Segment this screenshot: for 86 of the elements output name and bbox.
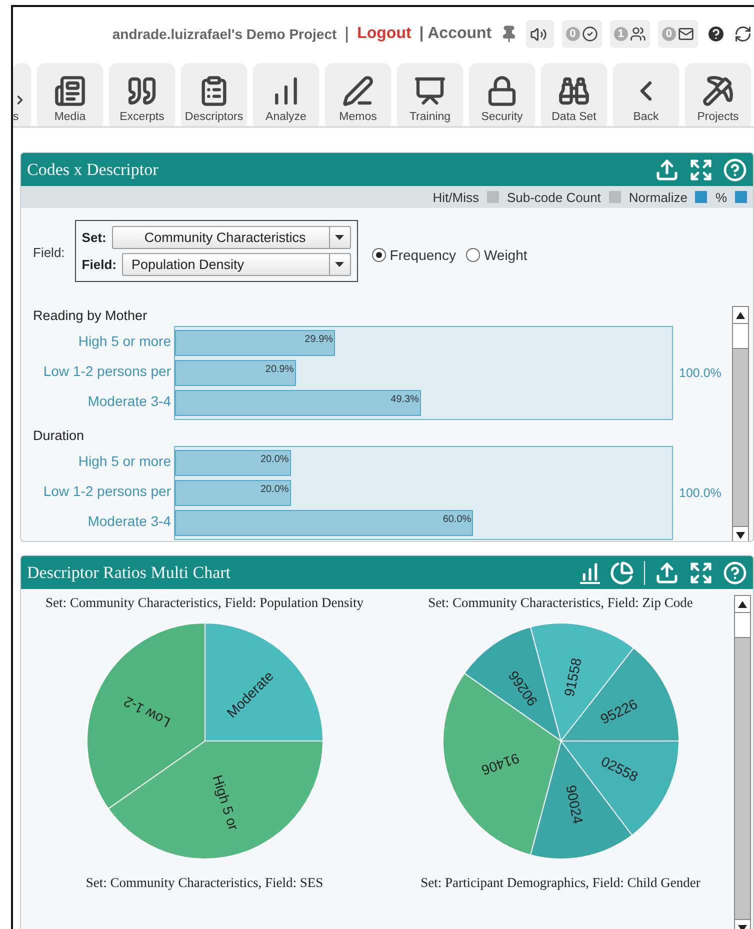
check-icon (582, 26, 598, 42)
toggle-label: Hit/Miss (432, 190, 479, 204)
toolbar-tab[interactable]: Analyze (253, 63, 319, 126)
chart-title: Set: Community Characteristics, Field: Population Density (46, 595, 364, 611)
caret-icon (335, 262, 344, 267)
checkbox[interactable] (608, 191, 621, 203)
logout-link[interactable]: Logout (357, 25, 412, 43)
toggle-label: Normalize (628, 190, 688, 204)
toggle-label: % (715, 190, 727, 204)
field-dropdown[interactable]: Population Density (122, 253, 351, 276)
expand-icon[interactable] (689, 158, 713, 182)
toolbar-tab[interactable]: Excerpts (109, 63, 175, 126)
bar-value: 20.0% (260, 483, 290, 495)
scrollbar-thumb[interactable] (733, 324, 748, 349)
slice-label: Low 1-2 (120, 694, 172, 731)
set-dropdown[interactable]: Community Characteristics (112, 226, 351, 249)
row-label: High 5 or more (77, 332, 171, 351)
slice-label: 91558 (560, 656, 584, 698)
bar-chart-icon[interactable] (580, 562, 600, 584)
expand-icon[interactable] (689, 560, 713, 584)
group-title: Duration (33, 427, 86, 445)
toolbar-tab[interactable]: Descriptors (181, 63, 247, 126)
checkbox[interactable] (486, 191, 499, 203)
toolbar-tab[interactable]: Projects (685, 63, 751, 126)
field-label: Field: (82, 257, 116, 272)
up-arrow-icon[interactable] (738, 600, 747, 608)
presenter-icon (414, 75, 446, 107)
toolbar-tab[interactable]: Data Set (541, 63, 607, 126)
total-value: 100.0% (679, 486, 722, 500)
pickaxe-icon (702, 75, 734, 107)
pie-chart-icon[interactable] (610, 560, 634, 584)
bar-value: 20.0% (260, 453, 290, 465)
scrollbar[interactable] (732, 306, 749, 541)
account-link[interactable]: | Account (419, 25, 492, 43)
chart-title: Set: Participant Demographics, Field: Child Gender (420, 875, 700, 891)
sound-button[interactable] (526, 20, 554, 48)
toolbar-tab[interactable]: s (13, 63, 31, 126)
toolbar-tab[interactable]: Back (613, 63, 679, 126)
mail-icon (678, 26, 694, 42)
checkbox[interactable] (695, 191, 708, 203)
up-arrow-icon[interactable] (736, 312, 745, 318)
binoculars-icon (558, 75, 590, 107)
total-value: 100.0% (679, 366, 722, 380)
panel-title: Descriptor Ratios Multi Chart (27, 562, 232, 582)
upload-icon[interactable] (655, 158, 679, 182)
project-name: andrade.luizrafael's Demo Project (112, 26, 337, 42)
separator: | (344, 24, 350, 44)
checkbox[interactable] (735, 191, 747, 203)
toolbar-tab[interactable]: Media (37, 63, 103, 126)
chart-title: Set: Community Characteristics, Field: SES (86, 875, 324, 891)
bar-value: 60.0% (442, 513, 472, 525)
slice-label: 91406 (478, 750, 521, 779)
quote-icon (126, 75, 158, 107)
caret-icon (335, 235, 344, 240)
toolbar-tab[interactable]: Training (397, 63, 463, 126)
refresh-icon[interactable] (734, 25, 752, 43)
set-label: Set: (82, 230, 106, 245)
mode-radio[interactable]: Frequency (372, 214, 456, 296)
row-label: Low 1-2 persons per (42, 362, 171, 381)
pen-icon (342, 75, 374, 107)
bar-value: 29.9% (304, 333, 334, 345)
row-label: Moderate 3-4 (86, 392, 171, 411)
lock-icon (486, 75, 518, 107)
group-title: Reading by Mother (33, 307, 148, 325)
row-label: Low 1-2 persons per (42, 482, 171, 501)
bar-value: 20.9% (265, 363, 295, 375)
mode-radio[interactable]: Weight (466, 214, 528, 296)
people-icon (630, 26, 646, 42)
row-label: Moderate 3-4 (86, 512, 171, 531)
help-icon[interactable] (706, 24, 726, 44)
chart-title: Set: Community Characteristics, Field: Zip Code (428, 595, 693, 611)
panel-title: Codes x Descriptor (27, 160, 160, 180)
toolbar-tab[interactable]: Security (469, 63, 535, 126)
toolbar-tab[interactable]: Memos (325, 63, 391, 126)
toggle-label: Sub-code Count (506, 190, 601, 204)
field-label: Field: (33, 244, 65, 260)
scrollbar-thumb[interactable] (735, 613, 750, 638)
newspaper-icon (54, 75, 86, 107)
slice-label: High 5 or (209, 773, 242, 832)
slice-label: 90024 (562, 784, 586, 826)
upload-icon[interactable] (655, 560, 679, 584)
speaker-icon (530, 26, 547, 42)
bar-value: 49.3% (390, 393, 420, 405)
scrollbar[interactable] (734, 595, 751, 929)
down-arrow-icon[interactable] (736, 532, 745, 538)
row-label: High 5 or more (77, 452, 171, 471)
